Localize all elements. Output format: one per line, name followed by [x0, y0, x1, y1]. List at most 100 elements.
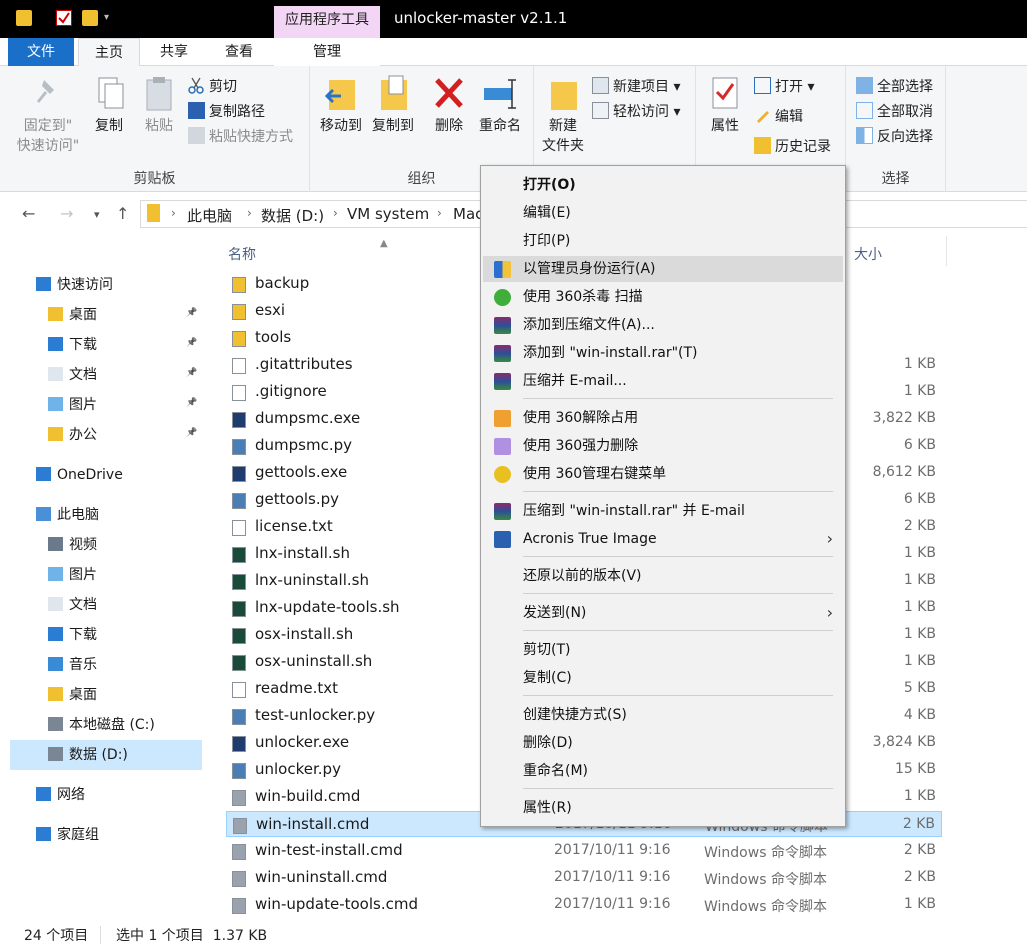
menu-scan-360[interactable]: 使用 360杀毒 扫描 [483, 284, 843, 310]
menu-send-to[interactable]: 发送到(N) › [483, 600, 843, 626]
menu-edit[interactable]: 编辑(E) [483, 200, 843, 226]
folder-blue-icon [48, 687, 63, 701]
plus-360-icon [494, 466, 511, 483]
nav-homegroup[interactable]: 家庭组 [36, 822, 99, 848]
menu-create-shortcut[interactable]: 创建快捷方式(S) [483, 702, 843, 728]
history-button[interactable]: 历史记录 [754, 136, 831, 158]
chevron-right-icon[interactable]: › [171, 206, 176, 220]
select-all-button[interactable]: 全部选择 [856, 76, 933, 98]
breadcrumb-vm-system[interactable]: VM system [347, 205, 429, 223]
chevron-right-icon[interactable]: › [247, 206, 252, 220]
file-row[interactable]: win-test-install.cmd 2017/10/11 9:16 Windo… [226, 838, 942, 864]
folder-icon[interactable] [16, 10, 32, 26]
menu-properties[interactable]: 属性(R) [483, 795, 843, 821]
nav-music[interactable]: 音乐 [48, 652, 97, 678]
file-name: dumpsmc.exe [255, 409, 361, 427]
rename-label: 重命名 [479, 118, 521, 134]
nav-quick-access[interactable]: 快速访问 [36, 272, 113, 298]
nav-downloads-pc[interactable]: 下载 [48, 622, 97, 648]
up-arrow-icon[interactable]: ↑ [116, 204, 129, 223]
open-button[interactable]: 打开 ▾ [754, 76, 814, 98]
pin-icon[interactable]: 📌 [186, 428, 197, 438]
copy-path-button[interactable]: 复制路径 [188, 101, 265, 123]
nav-onedrive[interactable]: OneDrive [36, 462, 123, 488]
shell-script-icon [232, 655, 246, 671]
tab-file[interactable]: 文件 [8, 38, 74, 66]
nav-documents[interactable]: 文档 [48, 362, 97, 388]
pin-quick-access-button[interactable]: 固定到" 快速访问" [12, 74, 84, 156]
menu-restore-previous[interactable]: 还原以前的版本(V) [483, 563, 843, 589]
menu-print[interactable]: 打印(P) [483, 228, 843, 254]
nav-this-pc[interactable]: 此电脑 [36, 502, 99, 528]
properties-icon[interactable] [56, 10, 72, 26]
chevron-down-icon[interactable]: ▾ [104, 12, 120, 28]
invert-selection-button[interactable]: 反向选择 [856, 126, 933, 148]
menu-separator [523, 398, 833, 399]
move-to-button[interactable]: 移动到 [316, 74, 366, 136]
copy-to-button[interactable]: 复制到 [368, 74, 418, 136]
menu-compress-email[interactable]: 压缩并 E-mail... [483, 368, 843, 394]
nav-videos[interactable]: 视频 [48, 532, 97, 558]
easy-access-label: 轻松访问 [613, 104, 669, 120]
recent-chevron-icon[interactable]: ▾ [94, 208, 100, 221]
breadcrumb-mac[interactable]: Mac [453, 205, 483, 223]
new-folder-button[interactable]: 新建 文件夹 [536, 74, 590, 156]
nav-office[interactable]: 办公 [48, 422, 97, 448]
chevron-right-icon[interactable]: › [333, 206, 338, 220]
column-size-header[interactable]: 大小 [854, 244, 882, 264]
breadcrumb-this-pc[interactable]: 此电脑 [187, 205, 232, 226]
breadcrumb-data-d[interactable]: 数据 (D:) [261, 205, 324, 226]
pin-icon[interactable]: 📌 [186, 338, 197, 348]
nav-desktop-pc[interactable]: 桌面 [48, 682, 97, 708]
new-item-button[interactable]: 新建项目 ▾ [592, 76, 680, 98]
menu-copy[interactable]: 复制(C) [483, 665, 843, 691]
tab-home[interactable]: 主页 [78, 38, 140, 67]
column-divider[interactable] [946, 236, 947, 266]
pin-icon[interactable]: 📌 [186, 308, 197, 318]
edit-button[interactable]: 编辑 [754, 106, 803, 128]
nav-local-c[interactable]: 本地磁盘 (C:) [48, 712, 155, 738]
pin-icon[interactable]: 📌 [186, 368, 197, 378]
select-none-button[interactable]: 全部取消 [856, 101, 933, 123]
menu-cut[interactable]: 剪切(T) [483, 637, 843, 663]
nav-documents-pc[interactable]: 文档 [48, 592, 97, 618]
edit-label: 编辑 [775, 109, 803, 125]
nav-network[interactable]: 网络 [36, 782, 85, 808]
forward-arrow-icon[interactable]: → [60, 204, 73, 223]
tab-manage[interactable]: 管理 [274, 38, 380, 66]
menu-force-delete-360[interactable]: 使用 360强力删除 [483, 433, 843, 459]
delete-button[interactable]: 删除 [426, 74, 472, 136]
back-arrow-icon[interactable]: ← [22, 204, 35, 223]
column-name-header[interactable]: 名称 [228, 244, 256, 264]
menu-acronis[interactable]: Acronis True Image › [483, 526, 843, 552]
file-row[interactable]: win-uninstall.cmd 2017/10/11 9:16 Windows … [226, 865, 942, 891]
menu-unlock-360[interactable]: 使用 360解除占用 [483, 405, 843, 431]
cut-button[interactable]: 剪切 [188, 76, 237, 98]
nav-pictures[interactable]: 图片 [48, 392, 97, 418]
nav-downloads[interactable]: 下载 [48, 332, 97, 358]
menu-manage-360[interactable]: 使用 360管理右键菜单 [483, 461, 843, 487]
history-icon [754, 137, 771, 154]
chevron-right-icon[interactable]: › [437, 206, 442, 220]
pin-icon[interactable]: 📌 [186, 398, 197, 408]
file-row[interactable]: win-update-tools.cmd 2017/10/11 9:16 Windo… [226, 892, 942, 918]
paste-button[interactable]: 粘贴 [136, 74, 182, 136]
new-folder-icon[interactable] [82, 10, 98, 26]
menu-add-rar[interactable]: 添加到 "win-install.rar"(T) [483, 340, 843, 366]
tab-view[interactable]: 查看 [208, 38, 270, 66]
copy-button[interactable]: 复制 [86, 74, 132, 136]
nav-pictures-pc[interactable]: 图片 [48, 562, 97, 588]
rename-button[interactable]: 重命名 [474, 74, 526, 136]
tab-share[interactable]: 共享 [140, 38, 208, 66]
menu-delete[interactable]: 删除(D) [483, 730, 843, 756]
properties-button[interactable]: 属性 [702, 74, 748, 136]
nav-data-d[interactable]: 数据 (D:) [48, 742, 128, 768]
easy-access-button[interactable]: 轻松访问 ▾ [592, 101, 680, 123]
menu-compress-rar-email[interactable]: 压缩到 "win-install.rar" 并 E-mail [483, 498, 843, 524]
menu-open[interactable]: 打开(O) [483, 172, 843, 198]
menu-add-archive[interactable]: 添加到压缩文件(A)... [483, 312, 843, 338]
paste-shortcut-button[interactable]: 粘贴快捷方式 [188, 126, 293, 148]
menu-run-as-admin[interactable]: 以管理员身份运行(A) [483, 256, 843, 282]
nav-desktop[interactable]: 桌面 [48, 302, 97, 328]
menu-rename[interactable]: 重命名(M) [483, 758, 843, 784]
